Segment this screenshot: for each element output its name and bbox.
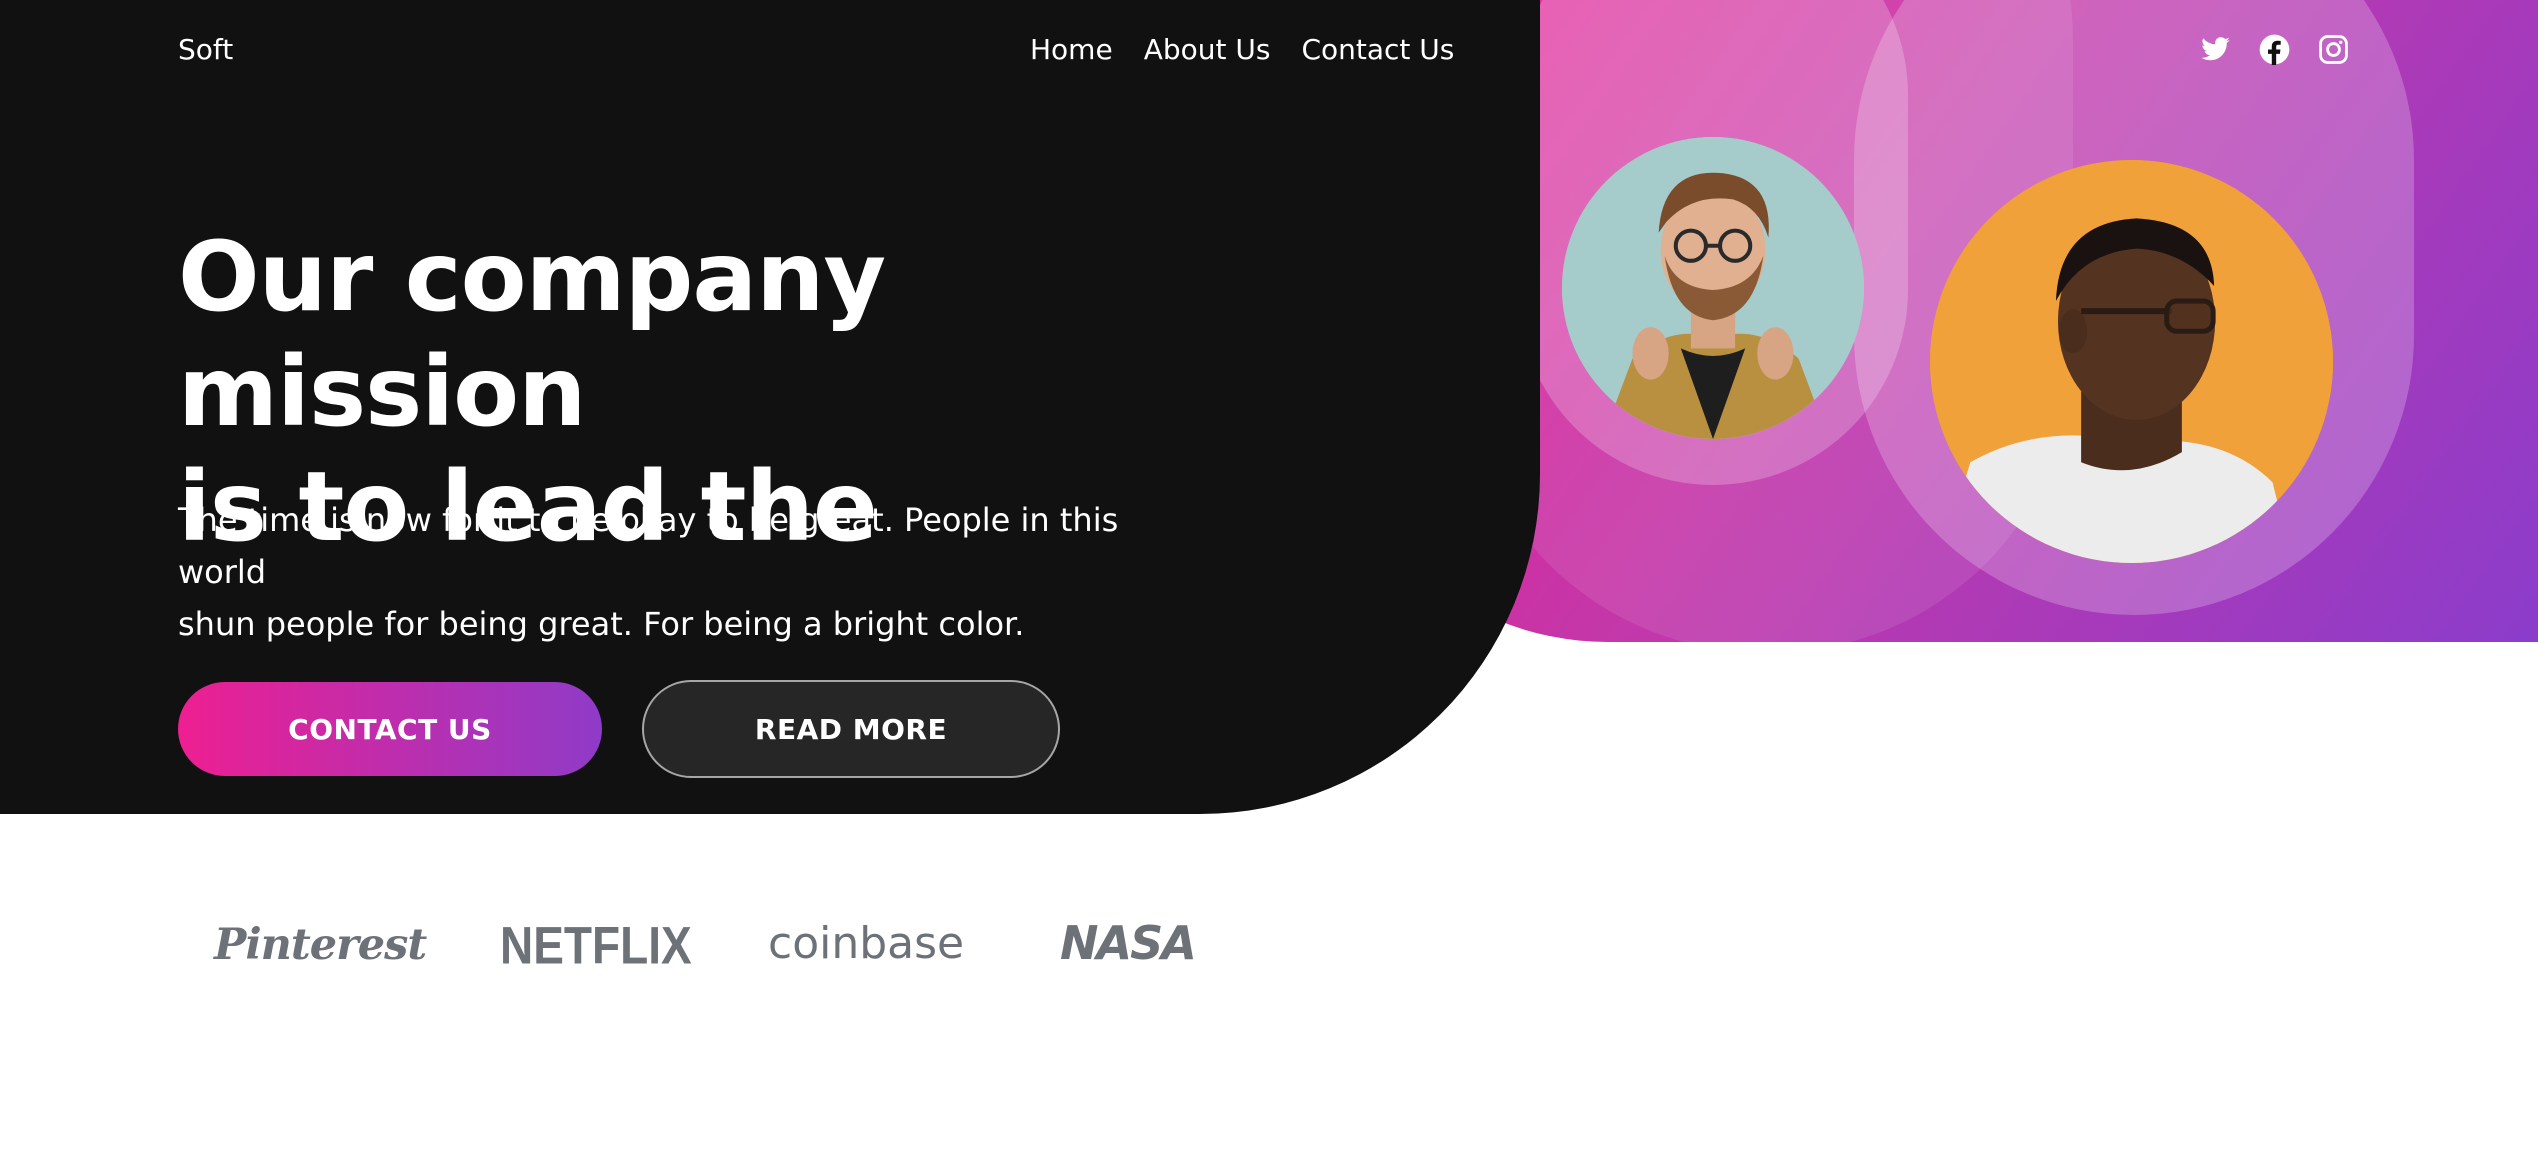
twitter-icon[interactable] (2200, 34, 2231, 65)
coinbase-logo: coinbase (768, 918, 965, 969)
nav-home[interactable]: Home (1030, 33, 1113, 66)
netflix-logo: NETFLIX (500, 915, 692, 975)
portrait-man-glasses-jacket (1562, 137, 1864, 439)
contact-us-button[interactable]: CONTACT US (178, 682, 602, 776)
hero-title-line-1: Our company mission (178, 221, 886, 448)
brand-logo[interactable]: Soft (178, 33, 233, 66)
nav-contact-us[interactable]: Contact Us (1301, 33, 1454, 66)
read-more-button[interactable]: READ MORE (642, 680, 1060, 778)
portrait-2-illustration (1930, 160, 2333, 563)
pinterest-logo: Pinterest (214, 920, 427, 970)
portrait-man-profile-glasses (1930, 160, 2333, 563)
portrait-1-illustration (1562, 137, 1864, 439)
instagram-icon[interactable] (2318, 34, 2349, 65)
nasa-logo: NASA (1060, 916, 1197, 970)
partner-logos: Pinterest NETFLIX coinbase NASA (178, 880, 1378, 1000)
hero-subtext-line-2: shun people for being great. For being a… (178, 605, 1025, 643)
facebook-icon[interactable] (2259, 34, 2290, 65)
hero-subtext-line-1: The time is now for it to be okay to be … (178, 501, 1119, 591)
nav-about-us[interactable]: About Us (1144, 33, 1271, 66)
main-nav: Home About Us Contact Us (1030, 33, 1454, 66)
social-links (2200, 34, 2349, 65)
hero-subtext: The time is now for it to be okay to be … (178, 494, 1198, 650)
